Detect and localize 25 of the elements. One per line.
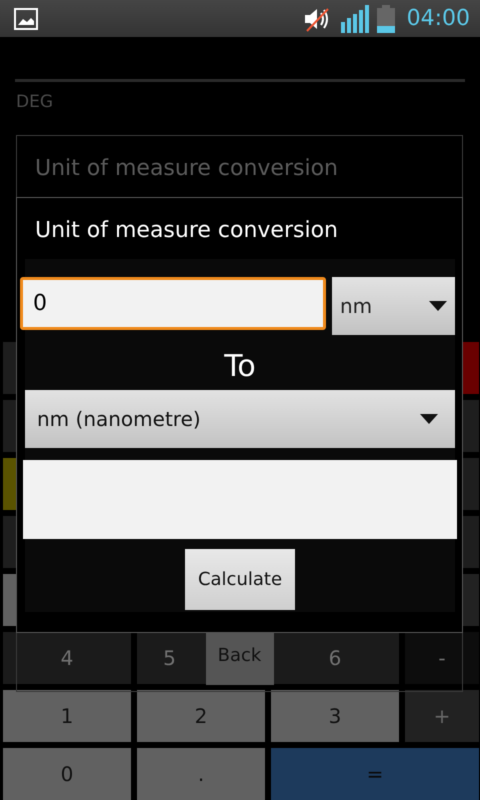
calculator-key[interactable]: . [137, 748, 265, 800]
battery-icon [376, 4, 395, 32]
angle-mode-label: DEG [16, 92, 54, 112]
calculate-button[interactable]: Calculate [185, 549, 295, 610]
calculator-key[interactable]: 3 [271, 690, 399, 742]
dialog-title: Unit of measure conversion [35, 218, 339, 243]
calculator-key[interactable]: 4 [3, 632, 131, 684]
dropdown-caret-icon [429, 301, 447, 311]
to-unit-dropdown[interactable]: nm (nanometre) [25, 390, 455, 448]
signal-icon [340, 4, 369, 32]
dialog-title: Unit of measure conversion [35, 156, 338, 181]
picture-icon [14, 8, 38, 30]
dropdown-caret-icon [420, 414, 438, 424]
result-field[interactable] [23, 460, 457, 539]
calculator-key[interactable]: 2 [137, 690, 265, 742]
calculator-key[interactable]: - [405, 632, 479, 684]
calculator-key[interactable]: 1 [3, 690, 131, 742]
to-label: To [224, 349, 256, 384]
calculator-key[interactable]: + [405, 690, 479, 742]
calculator-key[interactable]: 5 [137, 632, 206, 684]
value-input-field[interactable]: 0 [20, 277, 326, 330]
clock-time: 04:00 [406, 6, 470, 31]
from-unit-dropdown[interactable]: nm [332, 277, 455, 335]
calculator-key[interactable]: 6 [271, 632, 399, 684]
calculator-key[interactable]: 0 [3, 748, 131, 800]
